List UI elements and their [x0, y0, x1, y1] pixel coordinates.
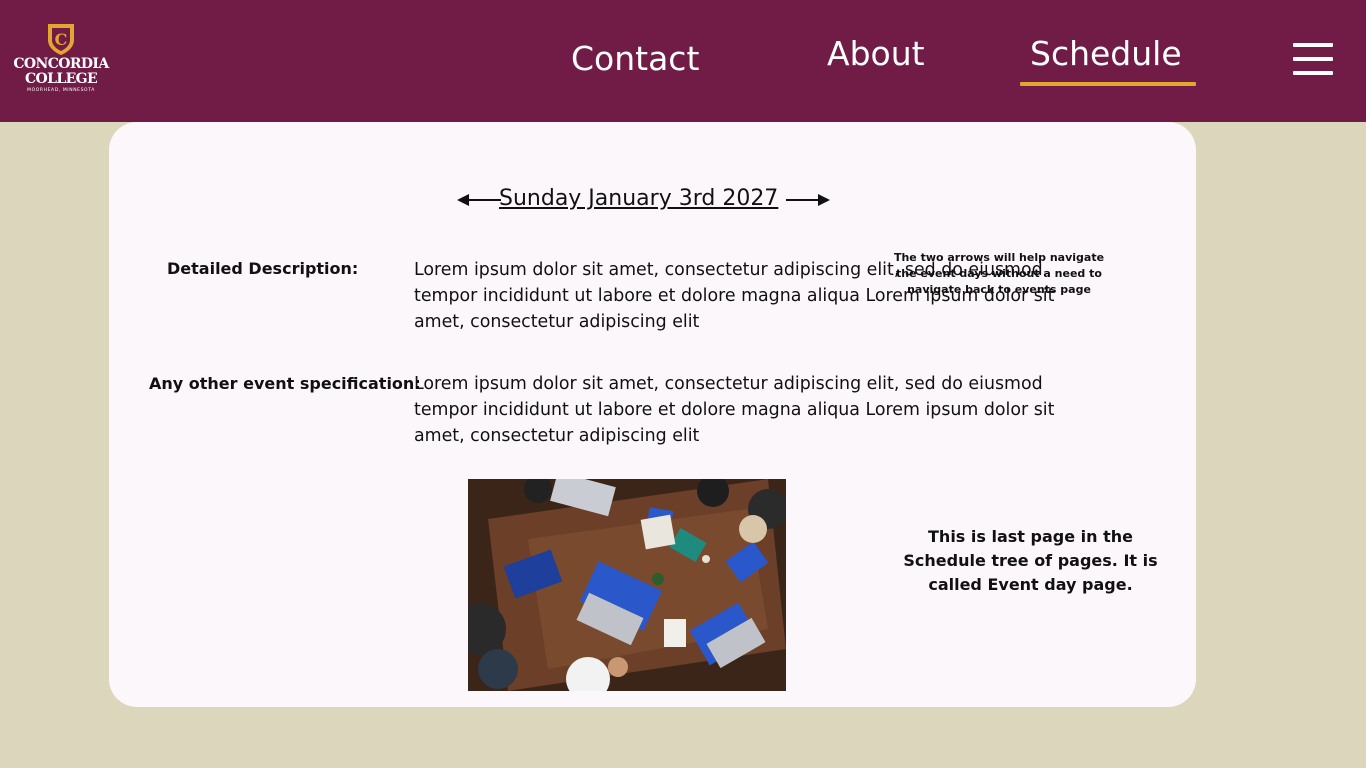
logo-line-3: MOORHEAD, MINNESOTA — [27, 88, 95, 93]
page-info-note: This is last page in the Schedule tree o… — [903, 527, 1158, 594]
nav-about-link[interactable]: About — [827, 34, 925, 73]
logo-line-1: CONCORDIA — [13, 56, 109, 72]
nav-contact-link[interactable]: Contact — [571, 39, 699, 78]
arrow-right-icon[interactable] — [786, 193, 830, 207]
menu-bar — [1293, 57, 1333, 61]
date-navigator: Sunday January 3rd 2027 — [457, 184, 833, 216]
arrow-left-icon[interactable] — [457, 193, 501, 207]
logo-line-2: COLLEGE — [24, 71, 98, 87]
menu-bar — [1293, 71, 1333, 75]
meeting-table-illustration — [468, 479, 786, 691]
svg-text:C: C — [55, 30, 68, 49]
event-photo — [468, 479, 786, 691]
specification-label: Any other event specification: — [149, 374, 421, 393]
active-tab-underline — [1020, 82, 1196, 86]
top-navigation-bar: C CONCORDIA COLLEGE MOORHEAD, MINNESOTA … — [0, 0, 1366, 122]
arrows-annotation-note: The two arrows will help navigate the ev… — [893, 251, 1105, 296]
menu-bar — [1293, 43, 1333, 47]
description-label: Detailed Description: — [167, 259, 359, 278]
hamburger-menu-icon[interactable] — [1293, 43, 1333, 75]
event-date-title: Sunday January 3rd 2027 — [499, 186, 779, 211]
nav-schedule-link[interactable]: Schedule — [1030, 34, 1182, 73]
concordia-college-logo[interactable]: C CONCORDIA COLLEGE MOORHEAD, MINNESOTA — [8, 22, 114, 100]
specification-text: Lorem ipsum dolor sit amet, consectetur … — [414, 374, 1055, 446]
shield-crest-icon: C — [48, 24, 74, 55]
